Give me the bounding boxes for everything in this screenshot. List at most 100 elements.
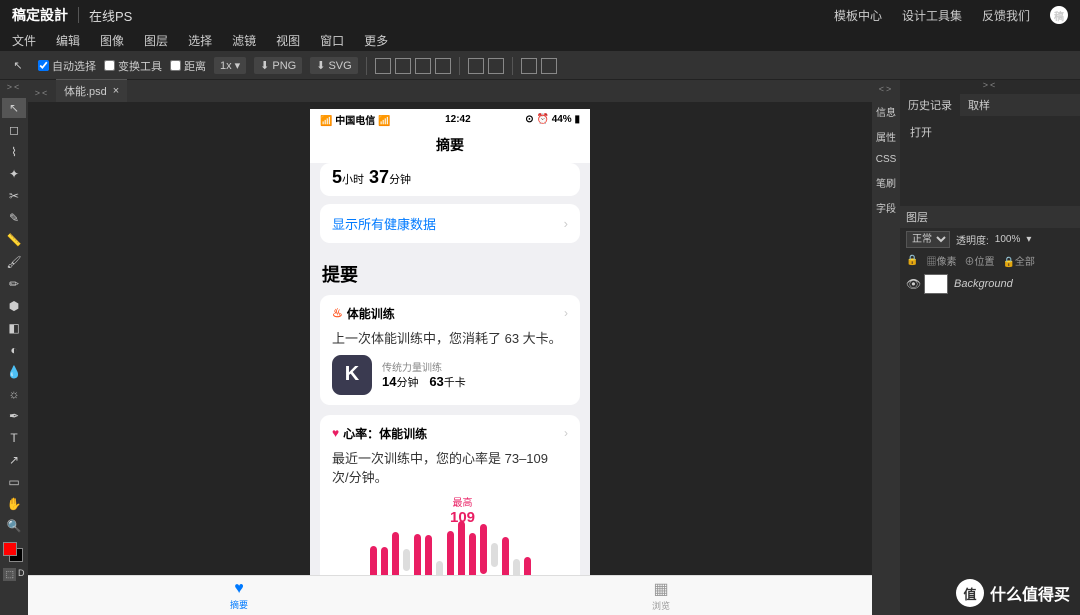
menu-view[interactable]: 视图 (266, 32, 310, 49)
layer-thumbnail[interactable] (924, 274, 948, 294)
panel-handle[interactable]: >< (28, 88, 56, 102)
strip-props[interactable]: 属性 (872, 125, 900, 148)
hr-summary: 最近一次训练中，您的心率是 73–109 次/分钟。 (332, 448, 568, 486)
sample-tab[interactable]: 取样 (960, 93, 998, 117)
file-tab[interactable]: 体能.psd × (56, 79, 127, 102)
more-align-icon[interactable] (541, 58, 557, 74)
menu-layer[interactable]: 图层 (134, 32, 178, 49)
hand-tool[interactable]: ✋ (2, 494, 26, 514)
history-item[interactable]: 打开 (906, 122, 1074, 142)
opacity-label: 透明度: (956, 232, 989, 247)
layer-row[interactable]: 👁 Background (900, 270, 1080, 298)
watermark: 值 什么值得买 (956, 579, 1070, 607)
marquee-tool[interactable]: ◻ (2, 120, 26, 140)
align-left-icon[interactable] (375, 58, 391, 74)
eyedropper-tool[interactable]: ✎ (2, 208, 26, 228)
lock-position[interactable]: ⊕位置 (964, 253, 994, 268)
distance-checkbox[interactable]: 距离 (170, 58, 206, 74)
sleep-card: 5小时 37分钟 (320, 163, 580, 196)
align-right-icon[interactable] (415, 58, 431, 74)
path-tool[interactable]: ↗ (2, 450, 26, 470)
flame-icon: ♨ (332, 306, 343, 320)
menu-edit[interactable]: 编辑 (46, 32, 90, 49)
foreground-color[interactable] (3, 542, 17, 556)
divider (78, 7, 79, 23)
dist-v-icon[interactable] (488, 58, 504, 74)
dist-h-icon[interactable] (468, 58, 484, 74)
pencil-tool[interactable]: ✏ (2, 274, 26, 294)
wand-tool[interactable]: ✦ (2, 164, 26, 184)
strip-css[interactable]: CSS (872, 150, 900, 169)
lock-all[interactable]: 🔒全部 (1002, 253, 1034, 268)
history-panel-tabs: 历史记录 取样 (900, 94, 1080, 116)
align-center-icon[interactable] (395, 58, 411, 74)
text-tool[interactable]: T (2, 428, 26, 448)
menu-more[interactable]: 更多 (354, 32, 398, 49)
align-top-icon[interactable] (435, 58, 451, 74)
quickmask-icon[interactable]: ⬚ (3, 568, 16, 581)
separator (366, 57, 367, 75)
opacity-value[interactable]: 100% (995, 234, 1021, 245)
blur-tool[interactable]: 💧 (2, 362, 26, 382)
menu-file[interactable]: 文件 (2, 32, 46, 49)
transform-checkbox[interactable]: 变换工具 (104, 58, 162, 74)
panels: >< 历史记录 取样 打开 图层 正常 透明度: 100% ▾ 🔒 ▦像素 ⊕位… (900, 80, 1080, 615)
tab-summary[interactable]: ♥摘要 (310, 576, 450, 609)
canvas-area: >< 体能.psd × 📶 中国电信 📶 12:42 ⊙ ⏰ 44% ▮ 摘要 … (28, 80, 872, 615)
stamp-tool[interactable]: ⬢ (2, 296, 26, 316)
crop-tool[interactable]: ✂ (2, 186, 26, 206)
brush-tool[interactable]: 🖌 (2, 252, 26, 272)
nav-feedback[interactable]: 反馈我们 (982, 7, 1030, 24)
menu-window[interactable]: 窗口 (310, 32, 354, 49)
export-png-button[interactable]: ⬇ PNG (254, 57, 302, 74)
panel-handle[interactable]: <> (879, 84, 894, 98)
layers-panel-header[interactable]: 图层 (900, 206, 1080, 228)
panel-handle[interactable]: >< (7, 82, 22, 96)
shape-tool[interactable]: ▭ (2, 472, 26, 492)
zoom-tool[interactable]: 🔍 (2, 516, 26, 536)
color-swatch[interactable] (3, 542, 25, 562)
menu-select[interactable]: 选择 (178, 32, 222, 49)
workspace[interactable]: 📶 中国电信 📶 12:42 ⊙ ⏰ 44% ▮ 摘要 5小时 37分钟 显示所… (28, 102, 872, 615)
side-strip: <> 信息 属性 CSS 笔刷 字段 (872, 80, 900, 615)
tab-browse[interactable]: ▦浏览 (450, 576, 590, 609)
opacity-dropdown-icon[interactable]: ▾ (1026, 234, 1031, 245)
lasso-tool[interactable]: ⌇ (2, 142, 26, 162)
section-heading: 提要 (320, 257, 580, 295)
layer-locks: 🔒 ▦像素 ⊕位置 🔒全部 (900, 250, 1080, 270)
history-tab[interactable]: 历史记录 (900, 93, 960, 117)
dodge-tool[interactable]: ☼ (2, 384, 26, 404)
strip-char[interactable]: 字段 (872, 196, 900, 219)
workout-card[interactable]: ♨体能训练 › 上一次体能训练中，您消耗了 63 大卡。 K 传统力量训练 14… (320, 295, 580, 405)
lock-pixels[interactable]: ▦像素 (926, 253, 956, 268)
menu-filter[interactable]: 滤镜 (222, 32, 266, 49)
eraser-tool[interactable]: ◧ (2, 318, 26, 338)
layer-name: Background (954, 278, 1013, 290)
panel-handle[interactable]: >< (900, 80, 1080, 94)
strip-info[interactable]: 信息 (872, 100, 900, 123)
nav-tools[interactable]: 设计工具集 (902, 7, 962, 24)
ruler-tool[interactable]: 📏 (2, 230, 26, 250)
workout-label: ♨体能训练 (332, 305, 395, 322)
blend-mode-select[interactable]: 正常 (906, 231, 950, 248)
watermark-icon: 值 (956, 579, 984, 607)
all-health-link[interactable]: 显示所有健康数据 › (320, 204, 580, 243)
auto-select-checkbox[interactable]: 自动选择 (38, 58, 96, 74)
spacing-icon[interactable] (521, 58, 537, 74)
user-avatar[interactable]: 稿 (1050, 6, 1068, 24)
move-tool[interactable]: ↖ (2, 98, 26, 118)
menu-image[interactable]: 图像 (90, 32, 134, 49)
visibility-icon[interactable]: 👁 (906, 277, 918, 291)
phone-mockup: 📶 中国电信 📶 12:42 ⊙ ⏰ 44% ▮ 摘要 5小时 37分钟 显示所… (310, 109, 590, 609)
lock-icon[interactable]: 🔒 (906, 255, 918, 266)
gradient-tool[interactable]: ◐ (2, 340, 26, 360)
workout-stats: 14分钟 63千卡 (382, 374, 466, 390)
zoom-select[interactable]: 1x ▾ (214, 57, 246, 74)
export-svg-button[interactable]: ⬇ SVG (310, 57, 357, 74)
close-tab-icon[interactable]: × (113, 85, 119, 97)
screenmode-icon[interactable]: D (18, 568, 25, 581)
strip-brush[interactable]: 笔刷 (872, 171, 900, 194)
nav-templates[interactable]: 模板中心 (834, 7, 882, 24)
pen-tool[interactable]: ✒ (2, 406, 26, 426)
document-tabs: >< 体能.psd × (28, 80, 872, 102)
